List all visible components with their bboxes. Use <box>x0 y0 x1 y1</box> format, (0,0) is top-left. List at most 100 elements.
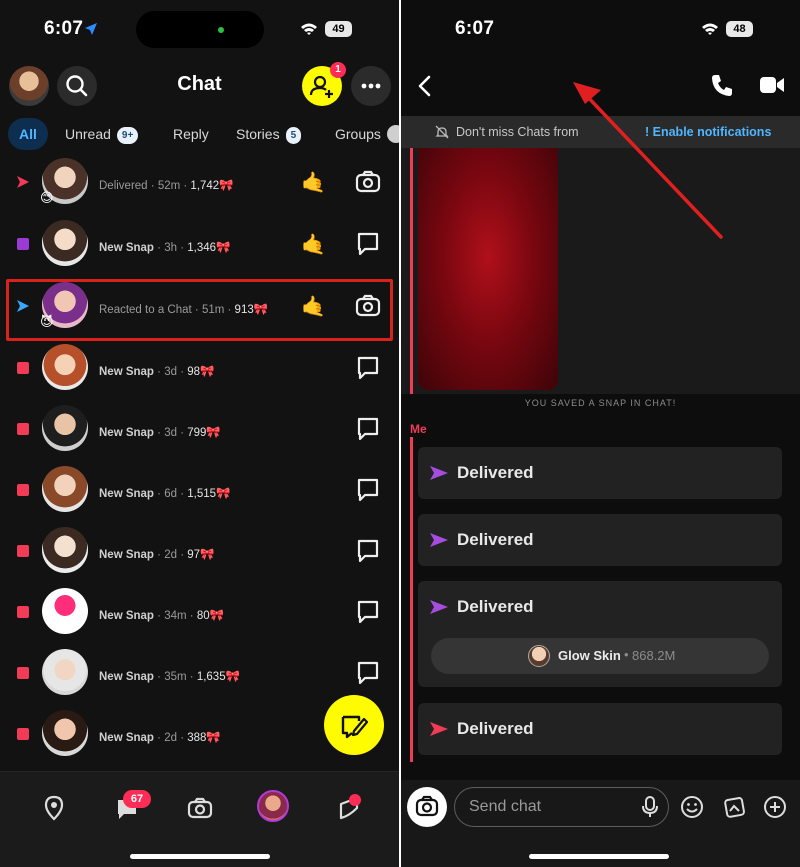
friend-avatar[interactable] <box>42 588 88 634</box>
chat-bubble-icon[interactable] <box>355 598 381 624</box>
wave-emoji-icon[interactable]: 🤙 <box>301 232 326 257</box>
chat-bubble-icon[interactable] <box>355 476 381 502</box>
chat-status: New Snap <box>99 488 154 500</box>
chat-row[interactable]: New Snap · 34m · 80🎀 <box>0 582 399 643</box>
lens-name: Glow Skin <box>558 648 621 663</box>
groups-count-badge <box>387 125 399 143</box>
chat-status-line: New Snap · 35m · 1,635🎀 <box>99 671 240 683</box>
unread-count-badge: 9+ <box>116 126 139 144</box>
wave-emoji-icon[interactable]: 🤙 <box>301 170 326 195</box>
composer-bar <box>401 780 800 867</box>
chat-list-screen: 6:07 49 Chat 1 All Unread 9+ Reply Stori… <box>0 0 399 867</box>
spotlight-icon[interactable] <box>335 794 363 822</box>
chat-status: New Snap <box>99 366 154 378</box>
battery-level: 49 <box>325 21 352 37</box>
stories-avatar[interactable] <box>257 790 289 822</box>
annotation-arrow <box>573 82 723 239</box>
camera-icon <box>415 795 439 817</box>
send-chat-field[interactable] <box>454 787 669 827</box>
tab-reply[interactable]: Reply <box>173 118 209 150</box>
friend-avatar[interactable] <box>42 466 88 512</box>
chat-time: 2d <box>164 549 177 561</box>
compose-icon <box>341 715 369 739</box>
message-bubble[interactable]: Delivered <box>418 447 782 499</box>
video-call-icon[interactable] <box>759 74 785 96</box>
separator-dot: • <box>624 647 629 662</box>
message-status: Delivered <box>457 597 534 616</box>
lens-attachment[interactable]: Glow Skin • 868.2M <box>431 638 769 674</box>
streak-count: 1,742🎀 <box>190 180 234 192</box>
chat-status: New Snap <box>99 671 154 683</box>
more-options-button[interactable] <box>351 66 391 106</box>
chat-row[interactable]: New Snap · 3h · 1,346🎀 🤙 <box>0 214 399 275</box>
chat-status: New Snap <box>99 427 154 439</box>
chat-row[interactable]: New Snap · 2d · 97🎀 <box>0 521 399 582</box>
tab-stories[interactable]: Stories 5 <box>236 118 302 150</box>
chat-row[interactable]: 😊 Delivered · 52m · 1,742🎀 🤙 <box>0 152 399 213</box>
chat-row[interactable]: New Snap · 3d · 98🎀 <box>0 338 399 399</box>
camera-icon[interactable] <box>355 168 381 194</box>
bell-off-icon <box>435 125 449 139</box>
friend-avatar[interactable] <box>42 710 88 756</box>
chat-conversation-screen: 6:07 48 Don't miss Chats from ! Enable n… <box>401 0 800 867</box>
chat-bubble-icon[interactable] <box>355 354 381 380</box>
friend-avatar[interactable] <box>42 649 88 695</box>
wifi-icon <box>702 23 718 35</box>
sender-thread-line <box>410 437 413 762</box>
chat-bubble-icon[interactable] <box>355 537 381 563</box>
status-time: 6:07 <box>44 18 84 39</box>
stories-count-badge: 5 <box>285 126 302 144</box>
chat-bubble-icon[interactable] <box>355 230 381 256</box>
chat-status-line: New Snap · 3d · 98🎀 <box>99 366 215 378</box>
chat-status: Delivered <box>99 180 148 192</box>
lens-views: 868.2M <box>632 648 676 663</box>
status-bar-right: 6:07 48 <box>401 0 800 58</box>
new-snap-square-icon <box>17 545 29 557</box>
memories-icon[interactable] <box>721 794 747 820</box>
chat-bubble-icon[interactable] <box>355 659 381 685</box>
message-bubble[interactable]: Delivered <box>418 514 782 566</box>
new-snap-square-icon <box>17 362 29 374</box>
camera-nav-icon[interactable] <box>186 794 214 822</box>
friend-avatar[interactable] <box>42 344 88 390</box>
microphone-icon[interactable] <box>641 796 659 818</box>
camera-button[interactable] <box>407 787 447 827</box>
tab-all[interactable]: All <box>8 118 48 150</box>
new-snap-square-icon <box>17 667 29 679</box>
friend-emoji-badge: 😊 <box>40 190 54 205</box>
send-chat-input[interactable] <box>469 797 629 817</box>
saved-snap-thumbnail[interactable] <box>418 148 558 390</box>
wifi-icon <box>301 23 317 35</box>
message-bubble-with-lens[interactable]: Delivered Glow Skin • 868.2M <box>418 581 782 687</box>
plus-icon[interactable] <box>762 794 788 820</box>
chat-status: New Snap <box>99 732 154 744</box>
friend-avatar[interactable] <box>42 220 88 266</box>
friend-avatar[interactable] <box>42 405 88 451</box>
chat-bubble-icon[interactable] <box>355 415 381 441</box>
chat-status-line: New Snap · 3h · 1,346🎀 <box>99 242 231 254</box>
message-status: Delivered <box>457 463 534 482</box>
emoji-icon[interactable] <box>679 794 705 820</box>
sender-label: Me <box>410 422 427 436</box>
message-status: Delivered <box>457 530 534 549</box>
message-bubble[interactable]: Delivered <box>418 703 782 755</box>
new-chat-button[interactable] <box>324 695 384 755</box>
status-bar: 6:07 49 <box>0 0 399 58</box>
home-indicator <box>529 854 669 859</box>
back-chevron-icon[interactable] <box>415 74 435 98</box>
chat-status: New Snap <box>99 549 154 561</box>
message-status: Delivered <box>457 719 534 738</box>
streak-count: 80🎀 <box>196 610 224 622</box>
map-pin-icon[interactable] <box>40 794 68 822</box>
chat-time: 34m <box>164 610 187 622</box>
home-indicator <box>130 854 270 859</box>
chat-row[interactable]: New Snap · 6d · 1,515🎀 <box>0 460 399 521</box>
delivered-chat-arrow-icon <box>430 600 448 614</box>
streak-count: 1,346🎀 <box>187 242 231 254</box>
tab-unread[interactable]: Unread 9+ <box>65 118 139 150</box>
tab-groups[interactable]: Groups <box>335 118 381 150</box>
chat-row[interactable]: New Snap · 3d · 799🎀 <box>0 399 399 460</box>
friend-avatar[interactable] <box>42 527 88 573</box>
streak-count: 1,515🎀 <box>187 488 231 500</box>
chat-time: 3d <box>164 366 177 378</box>
